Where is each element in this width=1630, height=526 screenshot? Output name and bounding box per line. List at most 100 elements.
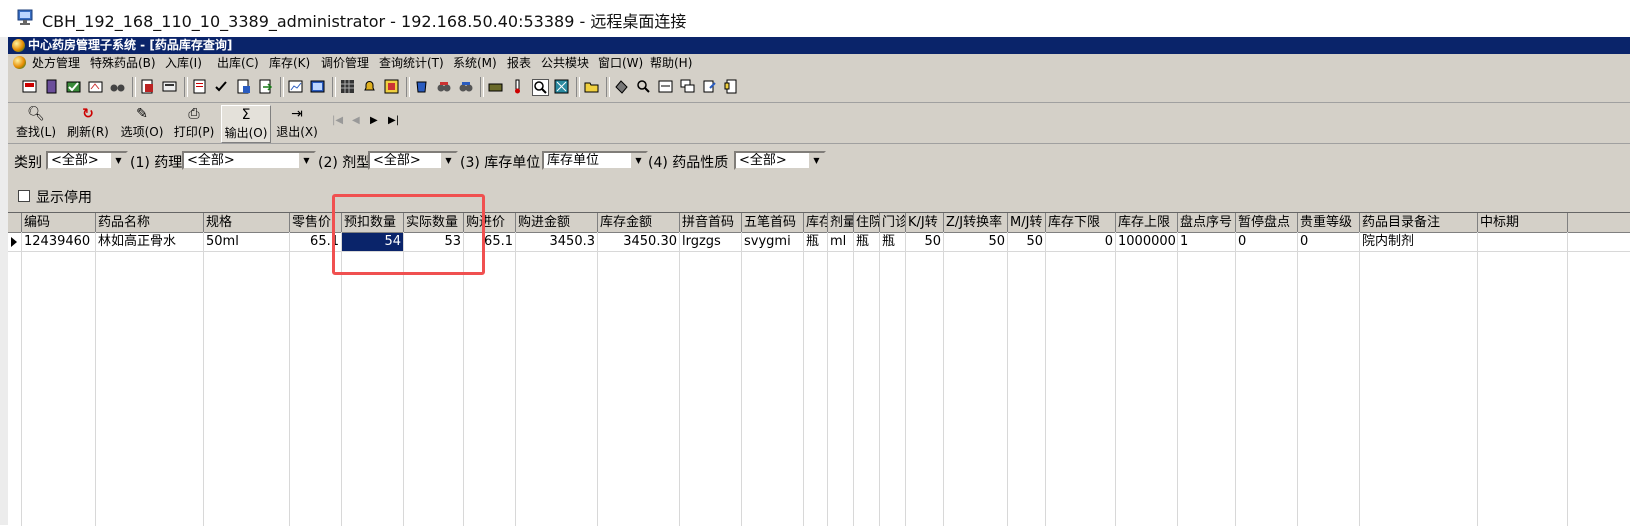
table-cell[interactable]: 0 [1046,233,1115,251]
stock-unit-select[interactable]: 库存单位 ▼ [542,151,648,170]
column-header[interactable]: 库存 [804,213,828,232]
column-header[interactable]: 贵重等级 [1298,213,1360,232]
column-header[interactable]: 购进金额 [516,213,598,232]
open-folder-icon[interactable] [584,79,599,94]
menu-window[interactable]: 窗口(W) [598,54,643,72]
table-cell[interactable]: 50 [1008,233,1045,251]
table-cell[interactable]: 1000000 [1116,233,1177,251]
options-button[interactable]: ✎ 选项(O) [116,105,168,141]
table-cell[interactable]: 50 [944,233,1007,251]
column-header[interactable]: 库存下限 [1046,213,1116,232]
column-header[interactable]: 药品目录备注 [1360,213,1478,232]
chevron-down-icon[interactable]: ▼ [630,153,646,168]
column-header[interactable]: 盘点序号 [1178,213,1236,232]
chevron-down-icon[interactable]: ▼ [440,153,456,168]
menu-inventory[interactable]: 库存(K) [269,54,310,72]
table-cell[interactable]: 瓶 [880,233,905,251]
toolbar-icon-5[interactable] [140,79,155,94]
toolbar-icon-13[interactable] [436,79,451,94]
table-cell[interactable]: lrgzgs [680,233,741,251]
thermometer-icon[interactable] [510,79,525,94]
table-cell[interactable]: 院内制剂 [1360,233,1477,251]
toolbar-icon-12[interactable] [384,79,399,94]
toolbar-icon-11[interactable] [310,79,325,94]
menu-stock-out[interactable]: 出库(C) [217,54,259,72]
column-header[interactable]: 中标期 [1478,213,1568,232]
prev-record-icon[interactable]: ◀ [352,115,360,126]
column-header[interactable]: 门诊 [880,213,906,232]
table-cell[interactable]: 1 [1178,233,1235,251]
chevron-down-icon[interactable]: ▼ [808,153,824,168]
column-header[interactable]: 库存金额 [598,213,680,232]
last-record-icon[interactable]: ▶| [388,115,399,126]
dosage-form-select[interactable]: <全部> ▼ [368,151,458,170]
toolbar-icon-2[interactable] [44,79,59,94]
column-header[interactable]: 规格 [204,213,290,232]
menu-prescription[interactable]: 处方管理 [32,54,80,72]
table-cell[interactable]: 50ml [204,233,289,251]
menu-system[interactable]: 系统(M) [453,54,497,72]
toolbar-icon-19[interactable] [702,79,717,94]
table-cell[interactable]: 瓶 [804,233,827,251]
checklist-icon[interactable] [214,79,229,94]
table-cell[interactable]: 12439460 [22,233,95,251]
exit-button[interactable]: ⇥ 退出(X) [274,105,320,141]
column-header[interactable]: 住院 [854,213,880,232]
menu-query-stats[interactable]: 查询统计(T) [379,54,444,72]
next-record-icon[interactable]: ▶ [370,115,378,126]
grid-icon[interactable] [340,79,355,94]
toolbar-icon-6[interactable] [162,79,177,94]
find-button[interactable]: 🔍︎ 查找(L) [12,105,60,141]
menu-common-modules[interactable]: 公共模块 [541,54,589,72]
chevron-down-icon[interactable]: ▼ [110,153,126,168]
toolbar-icon-16[interactable] [554,79,569,94]
first-record-icon[interactable]: |◀ [332,115,343,126]
menu-special-drugs[interactable]: 特殊药品(B) [90,54,156,72]
column-header[interactable]: 五笔首码 [742,213,804,232]
column-header[interactable]: 编码 [22,213,96,232]
bell-icon[interactable] [362,79,377,94]
table-cell[interactable]: ml [828,233,853,251]
toolbar-icon-4[interactable] [88,79,103,94]
menu-stock-in[interactable]: 入库(I) [165,54,202,72]
table-cell[interactable]: 瓶 [854,233,879,251]
toolbar-icon-1[interactable] [22,79,37,94]
zoom-icon[interactable] [532,79,549,96]
table-cell[interactable]: 林如高正骨水 [96,233,203,251]
menu-help[interactable]: 帮助(H) [650,54,692,72]
table-cell[interactable] [1478,233,1567,251]
toolbar-icon-9[interactable] [258,79,273,94]
toolbar-icon-20[interactable] [724,79,739,94]
table-cell[interactable]: 50 [906,233,943,251]
search-icon[interactable] [636,79,651,94]
toolbar-icon-14[interactable] [458,79,473,94]
chevron-down-icon[interactable]: ▼ [298,153,314,168]
table-cell[interactable]: 0 [1298,233,1359,251]
show-disabled-checkbox[interactable] [18,190,30,202]
table-cell[interactable]: 3450.3 [516,233,597,251]
refresh-button[interactable]: ↻ 刷新(R) [64,105,112,141]
column-header[interactable]: 药品名称 [96,213,204,232]
column-header[interactable]: M/J转 [1008,213,1046,232]
drug-nature-select[interactable]: <全部> ▼ [734,151,826,170]
category-select[interactable]: <全部> ▼ [46,151,128,170]
toolbar-icon-17[interactable] [614,79,629,94]
table-cell[interactable]: svygmi [742,233,803,251]
binoculars-icon[interactable] [110,79,125,94]
toolbar-icon-15[interactable] [488,79,503,94]
column-header[interactable]: 拼音首码 [680,213,742,232]
windows-icon[interactable] [680,79,695,94]
toolbar-icon-8[interactable] [236,79,251,94]
toolbar-icon-18[interactable] [658,79,673,94]
column-header[interactable]: 剂量 [828,213,854,232]
output-button[interactable]: Σ 输出(O) [221,105,271,143]
menu-reports[interactable]: 报表 [507,54,531,72]
column-header[interactable]: 暂停盘点 [1236,213,1298,232]
column-header[interactable]: 库存上限 [1116,213,1178,232]
column-header[interactable]: Z/J转换率 [944,213,1008,232]
system-menu-icon[interactable] [13,56,26,69]
table-cell[interactable]: 3450.30 [598,233,679,251]
column-header[interactable]: K/J转 [906,213,944,232]
toolbar-icon-10[interactable] [288,79,303,94]
toolbar-icon-3[interactable] [66,79,81,94]
